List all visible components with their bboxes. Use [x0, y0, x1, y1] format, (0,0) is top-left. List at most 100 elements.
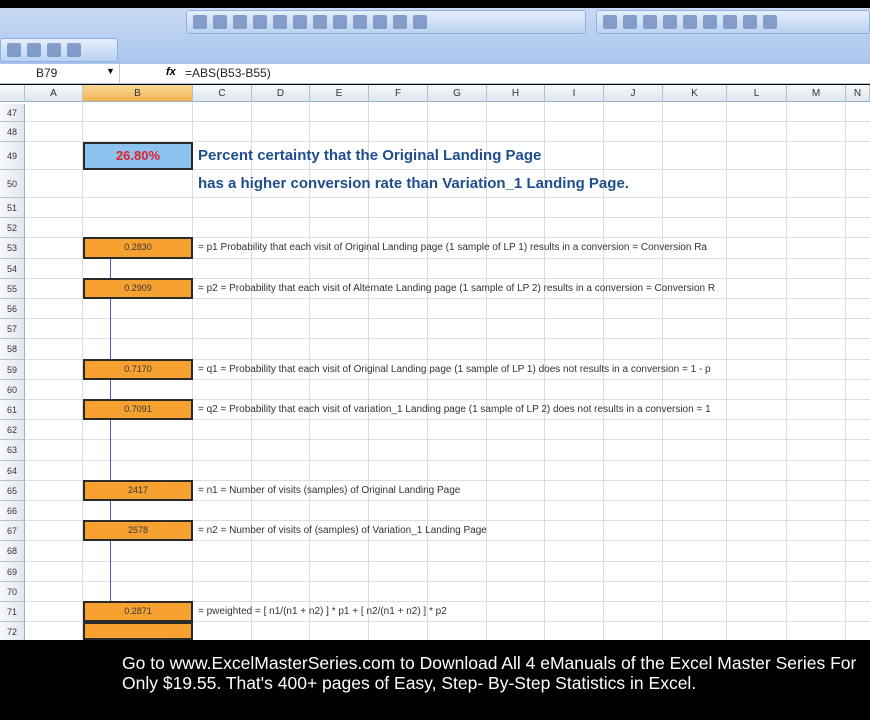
row-header-51[interactable]: 51	[0, 198, 25, 219]
row-header-62[interactable]: 62	[0, 420, 25, 441]
description-c65: = n1 = Number of visits (samples) of Ori…	[198, 484, 461, 496]
name-box[interactable]: B79	[0, 64, 120, 83]
row-header-64[interactable]: 64	[0, 460, 25, 481]
small-toolbar[interactable]	[0, 38, 118, 62]
gridline	[726, 102, 727, 640]
remove-dependents-icon[interactable]	[683, 15, 697, 29]
edit-icon[interactable]	[193, 15, 207, 29]
outdent-icon[interactable]	[67, 43, 81, 57]
gridline	[25, 121, 870, 122]
gridline	[25, 439, 870, 441]
row-header-52[interactable]: 52	[0, 218, 25, 239]
row-header-71[interactable]: 71	[0, 602, 25, 623]
toolbar-area	[0, 8, 870, 64]
row-header-66[interactable]: 66	[0, 501, 25, 522]
spreadsheet-grid[interactable]: A B C D E F G H I J K L M N 47 48 49 50 51 52 53 54 55 56 57 58 59…	[0, 85, 870, 640]
column-header-g[interactable]: G	[428, 85, 487, 102]
column-header-b[interactable]: B	[83, 85, 193, 102]
row-header-67[interactable]: 67	[0, 521, 25, 542]
value-cell-b59[interactable]: 0.7170	[83, 358, 193, 380]
formula-input[interactable]: =ABS(B53-B55)	[185, 64, 271, 83]
column-header-e[interactable]: E	[310, 85, 369, 102]
column-header-h[interactable]: H	[487, 85, 545, 102]
row-header-59[interactable]: 59	[0, 359, 25, 380]
row-header-58[interactable]: 58	[0, 339, 25, 360]
column-header-c[interactable]: C	[193, 85, 252, 102]
lightbulb-icon[interactable]	[7, 43, 21, 57]
column-header-i[interactable]: I	[545, 85, 604, 102]
video-caption: Go to www.ExcelMasterSeries.com to Downl…	[0, 640, 870, 720]
diamond-icon[interactable]	[723, 15, 737, 29]
description-c59: = q1 = Probability that each visit of Or…	[198, 363, 711, 375]
image-icon[interactable]	[273, 15, 287, 29]
text-icon[interactable]	[373, 15, 387, 29]
gridline	[25, 318, 870, 320]
row-header-68[interactable]: 68	[0, 541, 25, 562]
row-header-53[interactable]: 53	[0, 238, 25, 259]
column-header-f[interactable]: F	[369, 85, 428, 102]
row-header-50[interactable]: 50	[0, 170, 25, 198]
watch-icon[interactable]	[763, 15, 777, 29]
error-icon[interactable]	[703, 15, 717, 29]
row-header-61[interactable]: 61	[0, 400, 25, 421]
column-header-m[interactable]: M	[787, 85, 846, 102]
row-header-55[interactable]: 55	[0, 278, 25, 299]
value-cell-b67[interactable]: 2578	[83, 520, 193, 542]
result-cell[interactable]: 26.80%	[83, 142, 193, 170]
comment-icon[interactable]	[233, 15, 247, 29]
row-header-65[interactable]: 65	[0, 480, 25, 501]
description-c71: = pweighted = [ n1/(n1 + n2) ] * p1 + [ …	[198, 606, 447, 617]
value-cell-b71[interactable]: 0.2871	[83, 601, 193, 623]
row-header-47[interactable]: 47	[0, 104, 25, 122]
audit-toolbar[interactable]	[596, 10, 870, 34]
row-header-63[interactable]: 63	[0, 440, 25, 461]
tools-icon[interactable]	[27, 43, 41, 57]
value-cell-b61[interactable]: 0.7091	[83, 399, 193, 421]
row-header-69[interactable]: 69	[0, 561, 25, 582]
checkbox-icon[interactable]	[253, 15, 267, 29]
gridline	[25, 338, 870, 340]
row-header-49[interactable]: 49	[0, 142, 25, 170]
row-header-54[interactable]: 54	[0, 258, 25, 279]
row-header-70[interactable]: 70	[0, 581, 25, 602]
trace-precedents-icon[interactable]	[623, 15, 637, 29]
headline-line-2: has a higher conversion rate than Variat…	[198, 175, 629, 192]
gridline	[25, 560, 870, 562]
folder-icon[interactable]	[743, 15, 757, 29]
list-icon[interactable]	[333, 15, 347, 29]
function-icon[interactable]: fx	[166, 66, 176, 78]
scrollbar-icon[interactable]	[293, 15, 307, 29]
column-header-a[interactable]: A	[25, 85, 83, 102]
drawing-toolbar[interactable]	[186, 10, 586, 34]
tools-icon[interactable]	[413, 15, 427, 29]
column-header-k[interactable]: K	[663, 85, 727, 102]
indent-icon[interactable]	[47, 43, 61, 57]
row-header-48[interactable]: 48	[0, 122, 25, 142]
column-header-n[interactable]: N	[846, 85, 870, 102]
gridline	[845, 102, 846, 640]
combo-icon[interactable]	[353, 15, 367, 29]
trace-dependents-icon[interactable]	[643, 15, 657, 29]
row-header-72[interactable]: 72	[0, 622, 25, 640]
value-cell-b55[interactable]: 0.2909	[83, 277, 193, 299]
chevron-down-icon[interactable]: ▼	[106, 66, 115, 76]
trace-icon[interactable]	[603, 15, 617, 29]
picture-icon[interactable]	[393, 15, 407, 29]
row-header-60[interactable]: 60	[0, 379, 25, 400]
column-header-l[interactable]: L	[727, 85, 787, 102]
remove-arrows-icon[interactable]	[663, 15, 677, 29]
value-cell-partial[interactable]	[83, 622, 193, 640]
column-header-j[interactable]: J	[604, 85, 663, 102]
value-cell-b53[interactable]: 0.2830	[83, 237, 193, 259]
row-header-57[interactable]: 57	[0, 319, 25, 340]
select-all-corner[interactable]	[0, 85, 25, 102]
description-c67: = n2 = Number of visits of (samples) of …	[198, 525, 487, 537]
description-c55: = p2 = Probability that each visit of Al…	[198, 282, 716, 294]
radio-icon[interactable]	[313, 15, 327, 29]
pin-icon[interactable]	[213, 15, 227, 29]
row-header-56[interactable]: 56	[0, 299, 25, 320]
column-header-d[interactable]: D	[252, 85, 310, 102]
trace-arrow	[110, 248, 111, 640]
value-cell-b65[interactable]: 2417	[83, 479, 193, 501]
gridline	[25, 580, 870, 582]
